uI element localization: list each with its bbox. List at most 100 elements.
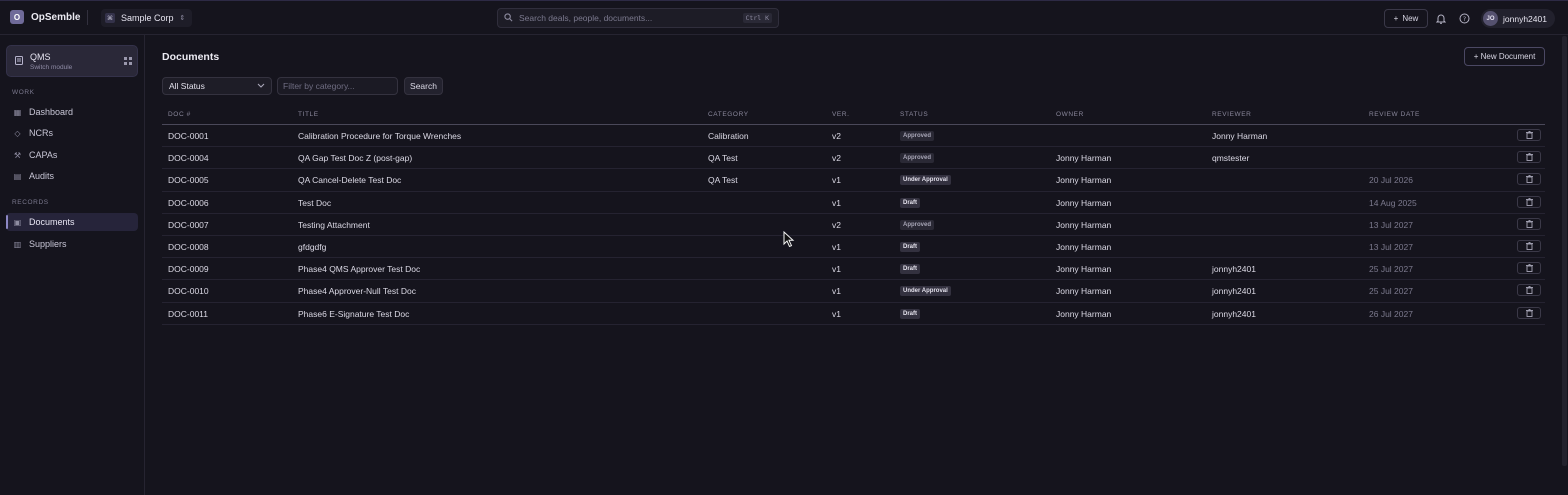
cell-title: Phase6 E-Signature Test Doc: [298, 308, 410, 319]
status-badge: Draft: [900, 264, 921, 275]
trash-icon: [1525, 197, 1533, 206]
delete-button[interactable]: [1517, 195, 1541, 208]
new-button[interactable]: + New: [1384, 9, 1428, 28]
sidebar-item-capas[interactable]: ⚒ CAPAs: [6, 146, 138, 164]
delete-button[interactable]: [1517, 173, 1541, 186]
status-filter-select[interactable]: All Status: [162, 77, 272, 95]
divider: [87, 10, 88, 25]
cell-doc: DOC-0001: [168, 131, 209, 141]
sidebar-item-dashboard[interactable]: ▦ Dashboard: [6, 103, 138, 121]
sidebar-item-audits[interactable]: ▤ Audits: [6, 167, 138, 185]
cell-reviewer: Jonny Harman: [1212, 131, 1268, 141]
table-row[interactable]: DOC-0010 Phase4 Approver-Null Test Doc v1 U…: [162, 280, 1545, 303]
cell-reviewer: qmstester: [1212, 153, 1250, 164]
column-header: TITLE: [298, 111, 319, 118]
column-header: STATUS: [900, 111, 929, 118]
table-row[interactable]: DOC-0007 Testing Attachment v2 Approved Jonn…: [162, 214, 1545, 236]
top-bar: O OpSemble ⌘ Sample Corp ⇕ Search deals,…: [0, 0, 1568, 35]
delete-button[interactable]: [1517, 217, 1541, 230]
org-icon: ⌘: [105, 13, 115, 23]
table-row[interactable]: DOC-0006 Test Doc v1 Draft Jonny Harman 14 Au…: [162, 192, 1545, 214]
new-document-button[interactable]: + New Document: [1464, 47, 1545, 66]
avatar: JO: [1483, 11, 1498, 26]
cell-doc: DOC-0004: [168, 153, 209, 164]
cell-ver: v1: [832, 197, 841, 208]
user-menu[interactable]: JO jonnyh2401: [1481, 9, 1555, 28]
cell-category: QA Test: [708, 153, 738, 164]
document-icon: ▣: [13, 217, 22, 227]
sidebar-item-label: Documents: [29, 217, 75, 227]
cell-reviewer: jonnyh2401: [1212, 286, 1256, 297]
column-header: VER.: [832, 111, 850, 118]
delete-button[interactable]: [1517, 306, 1541, 319]
cell-title: Phase4 Approver-Null Test Doc: [298, 286, 416, 297]
cell-ver: v1: [832, 241, 841, 252]
cell-owner: Jonny Harman: [1056, 264, 1112, 275]
module-title: QMS: [30, 52, 51, 62]
column-header: REVIEW DATE: [1369, 111, 1420, 118]
table-row[interactable]: DOC-0005 QA Cancel-Delete Test Doc QA Test…: [162, 169, 1545, 192]
cell-owner: Jonny Harman: [1056, 197, 1112, 208]
svg-text:?: ?: [1462, 15, 1465, 23]
search-placeholder: Search deals, people, documents...: [519, 13, 653, 23]
table-row[interactable]: DOC-0011 Phase6 E-Signature Test Doc v1 Dra…: [162, 303, 1545, 325]
cell-title: Phase4 QMS Approver Test Doc: [298, 264, 421, 275]
cell-ver: v1: [832, 286, 841, 297]
sidebar-item-label: CAPAs: [29, 150, 58, 160]
delete-button[interactable]: [1517, 129, 1541, 141]
table-row[interactable]: DOC-0001 Calibration Procedure for Torque…: [162, 125, 1545, 148]
sidebar-item-label: NCRs: [29, 128, 53, 138]
cell-ver: v1: [832, 308, 841, 319]
clipboard-icon: ▤: [13, 171, 22, 181]
table-row[interactable]: DOC-0004 QA Gap Test Doc Z (post-gap) QA T…: [162, 147, 1545, 170]
table-body: DOC-0001 Calibration Procedure for Torque…: [162, 125, 1545, 325]
cell-category: Calibration: [708, 131, 749, 141]
delete-button[interactable]: [1517, 284, 1541, 297]
scrollbar[interactable]: [1562, 36, 1567, 466]
table-header: DOC # TITLE CATEGORY VER. STATUS OWNER R…: [162, 105, 1545, 125]
sidebar-item-label: Audits: [29, 171, 55, 181]
status-badge: Approved: [900, 131, 935, 141]
main-content: Documents + New Document All Status Sear…: [146, 35, 1568, 495]
cell-owner: Jonny Harman: [1056, 153, 1112, 164]
table-row[interactable]: DOC-0009 Phase4 QMS Approver Test Doc v1 Dr…: [162, 258, 1545, 281]
cell-review-date: 26 Jul 2027: [1369, 308, 1413, 319]
cell-title: QA Gap Test Doc Z (post-gap): [298, 153, 413, 164]
sidebar-item-suppliers[interactable]: ▥ Suppliers: [6, 235, 138, 253]
sidebar-item-documents[interactable]: ▣ Documents: [6, 213, 138, 231]
category-filter-input[interactable]: [277, 77, 398, 95]
cell-review-date: 13 Jul 2027: [1369, 219, 1413, 230]
new-button-label: New: [1402, 14, 1419, 23]
sidebar-item-ncrs[interactable]: ◇ NCRs: [6, 124, 138, 142]
help-icon[interactable]: ?: [1458, 12, 1470, 24]
cell-doc: DOC-0005: [168, 175, 209, 186]
grid-icon: ▦: [13, 107, 22, 117]
org-switcher[interactable]: ⌘ Sample Corp ⇕: [101, 9, 193, 27]
sidebar: QMS Switch module WORK ▦ Dashboard ◇ NCR…: [0, 35, 145, 495]
module-switcher[interactable]: QMS Switch module: [6, 45, 138, 77]
user-name: jonnyh2401: [1503, 13, 1547, 24]
bell-icon[interactable]: [1435, 12, 1447, 24]
chevron-down-icon: [257, 83, 265, 90]
org-name: Sample Corp: [121, 13, 174, 23]
cell-ver: v2: [832, 131, 841, 141]
delete-button[interactable]: [1517, 262, 1541, 275]
status-badge: Under Approval: [900, 286, 951, 297]
search-button[interactable]: Search: [404, 77, 443, 95]
cell-doc: DOC-0011: [168, 308, 208, 319]
brand[interactable]: O OpSemble: [10, 10, 80, 24]
delete-button[interactable]: [1517, 151, 1541, 164]
trash-icon: [1525, 286, 1533, 295]
delete-button[interactable]: [1517, 239, 1541, 252]
status-badge: Approved: [900, 153, 935, 164]
global-search[interactable]: Search deals, people, documents... Ctrl …: [497, 8, 779, 28]
cell-review-date: 14 Aug 2025: [1369, 197, 1417, 208]
cell-title: QA Cancel-Delete Test Doc: [298, 175, 402, 186]
table-row[interactable]: DOC-0008 gfdgdfg v1 Draft Jonny Harman 13 Jul…: [162, 236, 1545, 259]
app-name: OpSemble: [31, 11, 81, 23]
grid-icon: [124, 57, 132, 67]
cell-ver: v2: [832, 219, 841, 230]
cell-review-date: 13 Jul 2027: [1369, 241, 1413, 252]
cell-review-date: 25 Jul 2027: [1369, 264, 1413, 275]
cell-category: QA Test: [708, 175, 738, 186]
